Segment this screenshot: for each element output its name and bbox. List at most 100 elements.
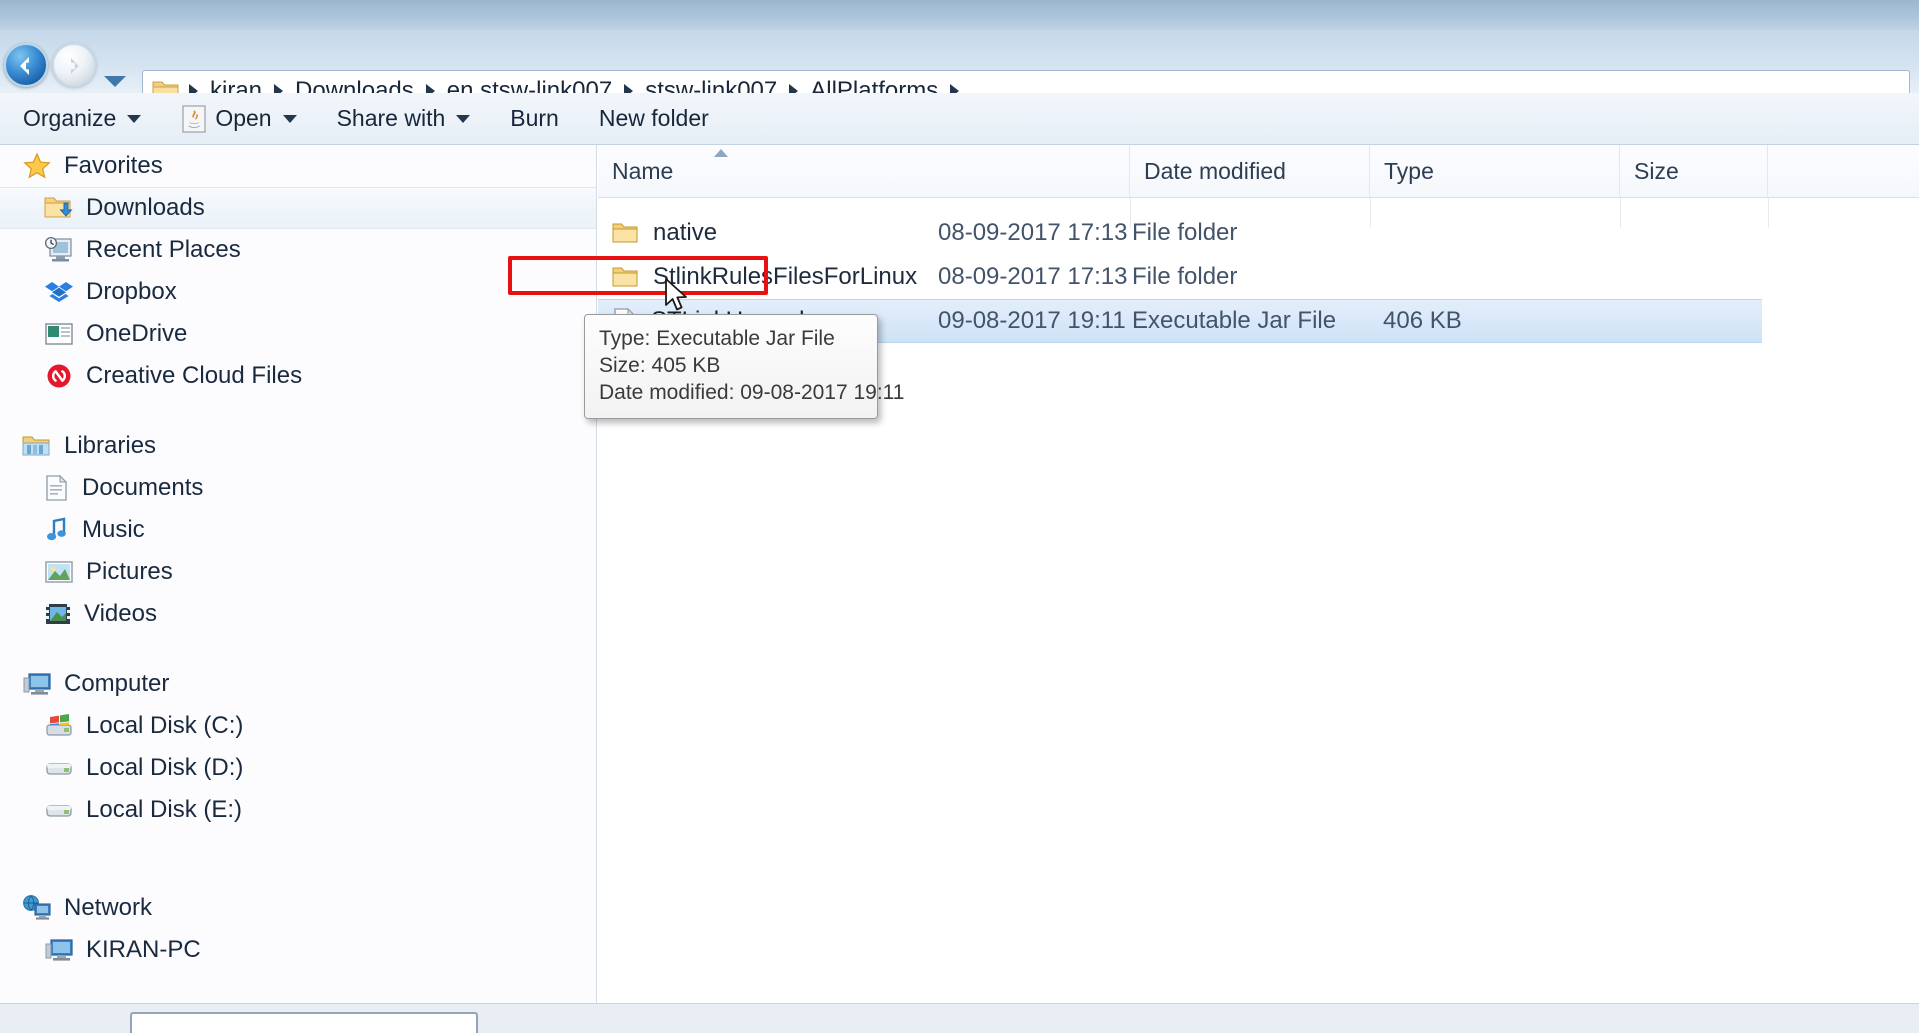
column-header-name[interactable]: Name [598,145,1130,197]
list-top-spacer [598,198,1919,211]
tooltip-date-modified-line: Date modified: 09-08-2017 19:11 [599,381,905,404]
sidebar-item-pictures-label: Pictures [86,558,173,585]
file-tooltip: Type: Executable Jar File Size: 405 KB D… [584,314,905,419]
back-button[interactable] [4,43,48,87]
recent-places-icon [44,236,72,262]
sidebar-item-dropbox[interactable]: Dropbox [0,271,596,313]
sidebar-item-documents[interactable]: Documents [0,467,596,509]
organize-label: Organize [23,105,117,131]
chevron-down-icon [456,114,471,123]
sidebar-item-recent-places-label: Recent Places [86,236,241,263]
sidebar-item-music-label: Music [82,516,145,543]
sidebar-group-libraries[interactable]: Libraries [0,425,596,467]
sidebar-item-kiran-pc-label: KIRAN-PC [86,936,201,963]
column-divider[interactable] [1370,198,1371,228]
open-button[interactable]: Open [164,99,313,139]
sidebar-item-documents-label: Documents [82,474,204,501]
picture-icon [45,561,73,583]
burn-label: Burn [510,105,559,131]
sidebar-item-dropbox-label: Dropbox [86,278,177,305]
video-film-icon [46,604,70,624]
file-type-cell: File folder [1132,219,1238,246]
column-header-size-label: Size [1634,157,1679,184]
sidebar-group-computer-label: Computer [64,670,170,697]
sidebar-item-onedrive[interactable]: OneDrive [0,313,596,355]
document-icon [46,474,68,501]
column-divider[interactable] [1620,198,1621,228]
sidebar-item-local-disk-e[interactable]: Local Disk (E:) [0,789,596,831]
sidebar-item-creative-cloud-files-label: Creative Cloud Files [86,362,303,389]
sidebar-group-libraries-label: Libraries [64,432,157,459]
sidebar-item-videos[interactable]: Videos [0,593,596,635]
chevron-down-icon [282,114,297,123]
file-name-label: StlinkRulesFilesForLinux [653,263,918,290]
sidebar-item-videos-label: Videos [84,600,157,627]
sidebar-item-recent-places[interactable]: Recent Places [0,229,596,271]
column-divider[interactable] [1130,198,1131,228]
folder-icon [612,267,638,286]
burn-button[interactable]: Burn [493,99,576,139]
folder-icon [612,223,638,242]
file-name-label: native [653,219,718,246]
forward-arrow-icon [71,58,79,74]
new-folder-button[interactable]: New folder [582,99,726,139]
share-with-label: Share with [336,105,446,131]
sidebar-item-kiran-pc[interactable]: KIRAN-PC [0,929,596,971]
organize-button[interactable]: Organize [6,99,158,139]
column-header-date-modified-label: Date modified [1144,157,1286,184]
sidebar-item-music[interactable]: Music [0,509,596,551]
sidebar-item-local-disk-d-label: Local Disk (D:) [86,754,244,781]
recent-locations-dropdown[interactable] [104,76,126,87]
file-date-cell: 08-09-2017 17:13 [938,219,1128,246]
sidebar-group-computer[interactable]: Computer [0,663,596,705]
drive-icon [46,805,72,817]
column-header-type[interactable]: Type [1370,145,1620,197]
navigation-pane[interactable]: Favorites Downloads Recent Places Dropbo… [0,145,597,1003]
sidebar-item-downloads[interactable]: Downloads [0,187,596,229]
file-date-cell: 08-09-2017 17:13 [938,263,1128,290]
sidebar-group-favorites[interactable]: Favorites [0,145,596,187]
column-divider[interactable] [1768,198,1769,228]
sort-ascending-icon [714,149,728,157]
sidebar-group-network-label: Network [64,894,153,921]
tooltip-type-line: Type: Executable Jar File [599,327,835,350]
file-date-cell: 09-08-2017 19:11 [938,307,1126,334]
sidebar-item-creative-cloud-files[interactable]: Creative Cloud Files [0,355,596,397]
network-icon [23,895,51,920]
sidebar-item-pictures[interactable]: Pictures [0,551,596,593]
file-list-pane[interactable]: Name Date modified Type Size native 08-0… [598,145,1919,1003]
open-label: Open [215,105,272,131]
creative-cloud-icon [47,364,71,388]
computer-icon [23,673,51,695]
sidebar-item-local-disk-c[interactable]: Local Disk (C:) [0,705,596,747]
forward-button[interactable] [52,43,96,87]
sidebar-item-onedrive-label: OneDrive [86,320,188,347]
java-icon [182,104,206,133]
file-name-cell: native [612,219,717,247]
table-row[interactable]: native 08-09-2017 17:13 File folder [598,211,1919,255]
sidebar-group-network[interactable]: Network [0,887,596,929]
address-bar-container: kiran Downloads en.stsw-link007 stsw-lin… [0,30,1919,112]
back-arrow-icon [20,57,29,75]
table-row[interactable]: StlinkRulesFilesForLinux 08-09-2017 17:1… [598,255,1919,299]
sidebar-item-local-disk-c-label: Local Disk (C:) [86,712,244,739]
explorer-window: kiran Downloads en.stsw-link007 stsw-lin… [0,0,1919,1033]
taskbar-window-chip[interactable] [130,1012,478,1033]
column-header-size[interactable]: Size [1620,145,1768,197]
sidebar-group-favorites-label: Favorites [64,152,163,179]
command-toolbar: Organize Open Share with Burn New folder [0,93,1919,145]
window-titlebar [0,0,1919,30]
column-header-type-label: Type [1384,157,1434,184]
music-note-icon [47,517,66,541]
share-with-button[interactable]: Share with [320,99,488,139]
sidebar-item-local-disk-e-label: Local Disk (E:) [86,796,243,823]
column-header-date-modified[interactable]: Date modified [1130,145,1370,197]
sidebar-item-downloads-label: Downloads [86,194,205,221]
sidebar-item-local-disk-d[interactable]: Local Disk (D:) [0,747,596,789]
system-drive-icon [46,714,72,736]
dropbox-icon [45,282,73,302]
